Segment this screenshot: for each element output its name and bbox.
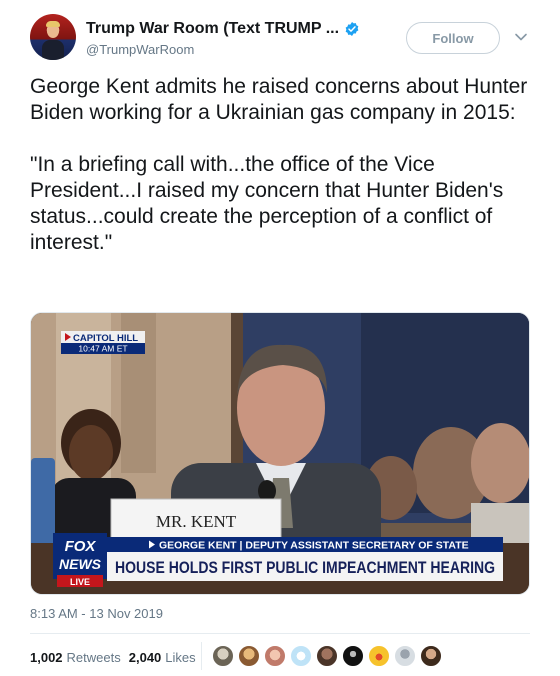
liker-avatar[interactable] [238, 645, 260, 667]
timestamp[interactable]: 8:13 AM - 13 Nov 2019 [30, 606, 163, 621]
liker-avatars [212, 645, 446, 667]
chevron-down-icon[interactable] [514, 30, 528, 44]
retweets-count: 1,002 [30, 649, 63, 665]
follow-button[interactable]: Follow [406, 22, 500, 54]
liker-avatar[interactable] [316, 645, 338, 667]
avatar-hair [46, 21, 60, 27]
tweet-media-video[interactable]: MR. KENT CAPITOL HILL 10:47 AM ET FOX NE… [30, 312, 530, 595]
network-logo-bottom: NEWS [59, 556, 102, 572]
name-row[interactable]: Trump War Room (Text TRUMP ... [86, 18, 360, 40]
live-label: LIVE [70, 577, 90, 587]
video-frame: MR. KENT CAPITOL HILL 10:47 AM ET FOX NE… [31, 313, 529, 594]
tweet-header: Trump War Room (Text TRUMP ... @TrumpWar… [30, 14, 540, 64]
retweets-label: Retweets [66, 649, 121, 665]
divider [30, 633, 530, 634]
stats-separator [201, 642, 202, 670]
headline-text: HOUSE HOLDS FIRST PUBLIC IMPEACHMENT HEA… [115, 558, 495, 577]
avatar-suit [42, 40, 64, 60]
likes-stat[interactable]: 2,040 Likes [129, 650, 196, 665]
likes-count: 2,040 [128, 649, 162, 665]
liker-avatar[interactable] [212, 645, 234, 667]
tweet-text: George Kent admits he raised concerns ab… [30, 75, 528, 254]
liker-avatar[interactable] [420, 645, 442, 667]
verified-badge-icon [345, 22, 359, 36]
handle[interactable]: @TrumpWarRoom [86, 42, 194, 57]
time-label: 10:47 AM ET [78, 344, 127, 354]
liker-avatar[interactable] [342, 645, 364, 667]
liker-avatar[interactable] [394, 645, 416, 667]
location-label: CAPITOL HILL [73, 333, 138, 344]
nameplate-text: MR. KENT [156, 512, 237, 531]
tweet-stats: 1,002 Retweets 2,040 Likes [30, 648, 204, 666]
likes-label: Likes [165, 649, 196, 665]
liker-avatar[interactable] [290, 645, 312, 667]
avatar[interactable] [30, 14, 76, 60]
lower-third-name: GEORGE KENT | DEPUTY ASSISTANT SECRETARY… [159, 540, 469, 552]
network-logo-top: FOX [65, 538, 97, 555]
liker-avatar[interactable] [368, 645, 390, 667]
retweets-stat[interactable]: 1,002 Retweets [30, 650, 121, 665]
liker-avatar[interactable] [264, 645, 286, 667]
display-name[interactable]: Trump War Room (Text TRUMP ... [86, 20, 339, 38]
